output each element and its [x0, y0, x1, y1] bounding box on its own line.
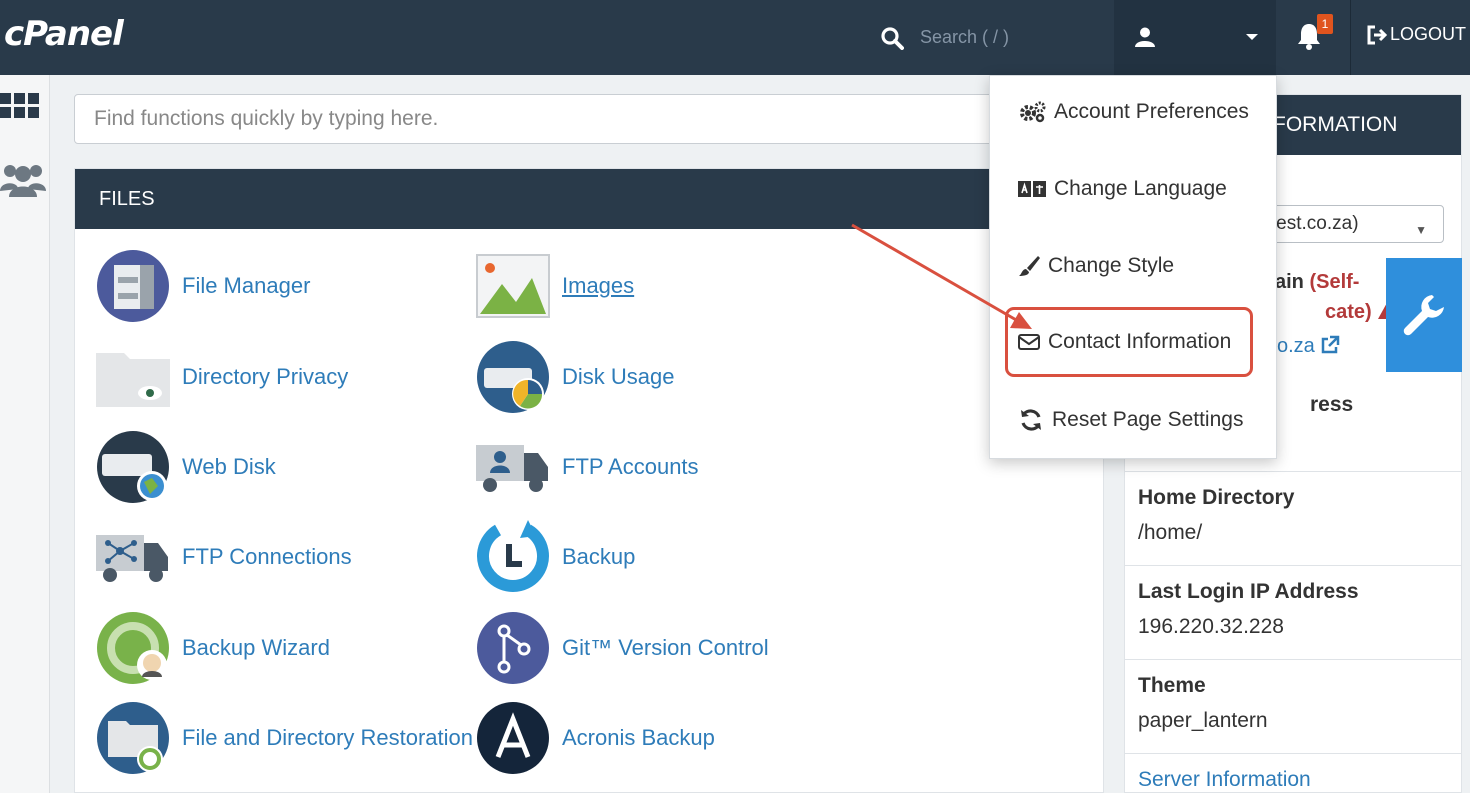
quick-function-search[interactable]: Find functions quickly by typing here. — [74, 94, 1104, 144]
backup-label[interactable]: Backup — [562, 544, 635, 570]
brush-icon — [1018, 255, 1040, 277]
images-link[interactable]: Images — [476, 249, 634, 323]
change-style-label[interactable]: Change Style — [1048, 254, 1174, 278]
main-domain-label: ain (Self- cate) — [1275, 267, 1399, 327]
language-icon — [1018, 181, 1046, 197]
users-icon[interactable] — [0, 163, 46, 199]
logout-button[interactable]: LOGOUT — [1366, 24, 1466, 45]
ssl-manage-button[interactable] — [1386, 258, 1462, 372]
disk-usage-icon — [476, 340, 550, 414]
left-sidebar — [0, 75, 50, 793]
global-search[interactable]: Search ( / ) — [870, 0, 1110, 75]
ssl-warning-text-2: cate) — [1325, 301, 1372, 323]
file-restoration-icon — [96, 701, 170, 775]
images-label[interactable]: Images — [562, 273, 634, 299]
backup-icon — [476, 520, 550, 594]
reset-page-settings-label[interactable]: Reset Page Settings — [1052, 408, 1243, 432]
web-disk-label[interactable]: Web Disk — [182, 454, 276, 480]
menu-item-account-preferences[interactable]: Account Preferences — [1018, 100, 1249, 124]
home-directory-label: Home Directory — [1138, 486, 1295, 509]
navbar-divider — [1350, 0, 1351, 75]
global-search-placeholder[interactable]: Search ( / ) — [920, 27, 1009, 48]
wrench-icon — [1403, 295, 1444, 336]
backup-wizard-link[interactable]: Backup Wizard — [96, 611, 330, 685]
menu-item-change-language[interactable]: Change Language — [1018, 177, 1227, 201]
menu-item-change-style[interactable]: Change Style — [1018, 254, 1174, 278]
server-information-link[interactable]: Server Information — [1138, 768, 1461, 792]
gears-icon — [1018, 101, 1046, 123]
domain-select[interactable]: d-test.co.za) ▼ — [1249, 205, 1444, 243]
directory-privacy-link[interactable]: Directory Privacy — [96, 340, 348, 414]
chevron-down-icon — [1246, 34, 1258, 40]
backup-link[interactable]: Backup — [476, 520, 635, 594]
ftp-connections-label[interactable]: FTP Connections — [182, 544, 352, 570]
home-directory-section: Home Directory /home/ — [1125, 471, 1461, 565]
acronis-backup-link[interactable]: Acronis Backup — [476, 701, 715, 775]
user-icon — [1135, 27, 1155, 47]
images-icon — [476, 249, 550, 323]
disk-usage-label[interactable]: Disk Usage — [562, 364, 674, 390]
backup-wizard-icon — [96, 611, 170, 685]
ftp-accounts-link[interactable]: FTP Accounts — [476, 430, 699, 504]
web-disk-link[interactable]: Web Disk — [96, 430, 276, 504]
backup-wizard-label[interactable]: Backup Wizard — [182, 635, 330, 661]
acronis-icon — [476, 701, 550, 775]
select-arrow-icon: ▼ — [1415, 223, 1427, 237]
file-manager-icon — [96, 249, 170, 323]
external-link-icon — [1322, 335, 1340, 354]
user-dropdown-menu: Account Preferences Change Language Chan… — [989, 75, 1277, 459]
menu-item-reset-page-settings[interactable]: Reset Page Settings — [1018, 408, 1243, 432]
ssl-warning-text-1: (Self- — [1309, 271, 1360, 293]
acronis-backup-label[interactable]: Acronis Backup — [562, 725, 715, 751]
web-disk-icon — [96, 430, 170, 504]
ftp-connections-icon — [96, 520, 170, 594]
theme-value: paper_lantern — [1138, 709, 1268, 732]
annotation-highlight-box — [1005, 307, 1253, 377]
user-menu-button[interactable] — [1114, 0, 1276, 75]
server-info-section: Server Information — [1125, 753, 1461, 793]
file-manager-link[interactable]: File Manager — [96, 249, 310, 323]
git-icon — [476, 611, 550, 685]
disk-usage-link[interactable]: Disk Usage — [476, 340, 674, 414]
theme-label: Theme — [1138, 674, 1206, 697]
notification-badge: 1 — [1317, 14, 1333, 34]
git-version-control-label[interactable]: Git™ Version Control — [562, 635, 769, 661]
search-icon — [881, 26, 904, 50]
home-directory-value: /home/ — [1138, 521, 1203, 544]
account-preferences-label[interactable]: Account Preferences — [1054, 100, 1249, 124]
git-version-control-link[interactable]: Git™ Version Control — [476, 611, 769, 685]
ftp-accounts-icon — [476, 430, 550, 504]
file-restoration-label[interactable]: File and Directory Restoration — [182, 725, 473, 751]
files-panel-title[interactable]: FILES — [75, 169, 1103, 229]
last-login-value: 196.220.32.228 — [1138, 615, 1284, 638]
main-domain-link[interactable]: o.za — [1275, 335, 1340, 358]
last-login-label: Last Login IP Address — [1138, 580, 1359, 603]
apps-grid-icon[interactable] — [0, 93, 40, 133]
logout-icon — [1367, 25, 1388, 44]
top-navbar: cPanel Search ( / ) 1 LOGOUT — [0, 0, 1470, 75]
file-restoration-link[interactable]: File and Directory Restoration — [96, 701, 473, 775]
change-language-label[interactable]: Change Language — [1054, 177, 1227, 201]
directory-privacy-icon — [96, 340, 170, 414]
ftp-connections-link[interactable]: FTP Connections — [96, 520, 352, 594]
shared-ip-label: ress — [1310, 393, 1354, 416]
file-manager-label[interactable]: File Manager — [182, 273, 310, 299]
logout-label[interactable]: LOGOUT — [1390, 24, 1466, 45]
ftp-accounts-label[interactable]: FTP Accounts — [562, 454, 699, 480]
directory-privacy-label[interactable]: Directory Privacy — [182, 364, 348, 390]
last-login-section: Last Login IP Address 196.220.32.228 — [1125, 565, 1461, 659]
cpanel-logo[interactable]: cPanel — [4, 14, 124, 54]
theme-section: Theme paper_lantern — [1125, 659, 1461, 753]
refresh-icon — [1018, 408, 1044, 432]
